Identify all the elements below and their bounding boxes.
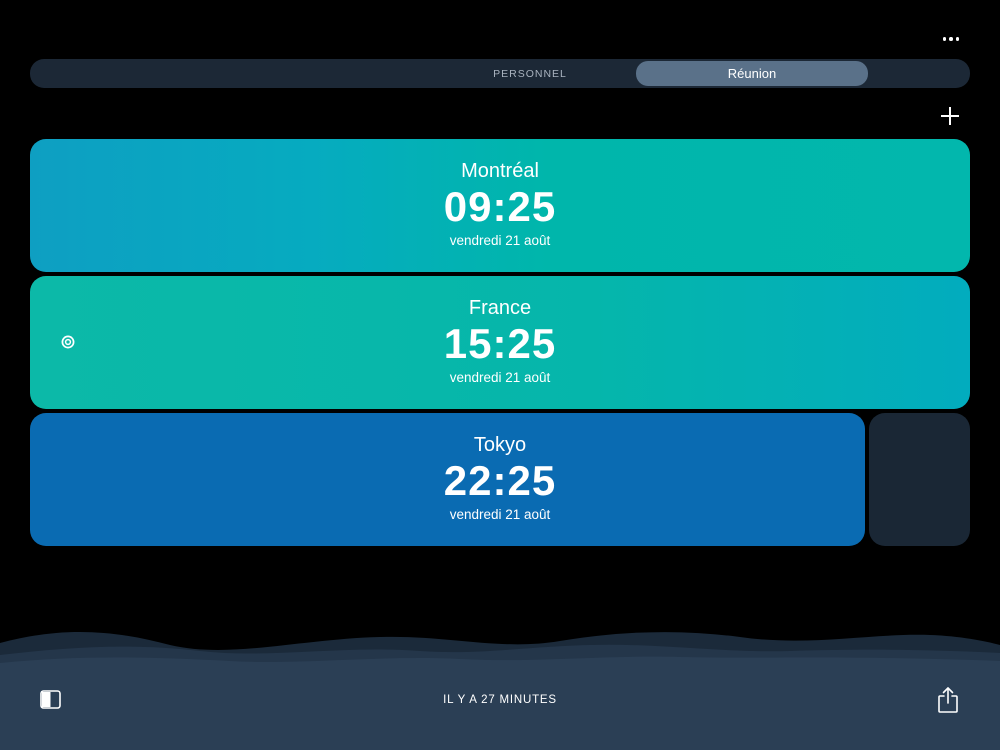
time-offset-label: IL Y A 27 MINUTES [443, 694, 557, 706]
more-dot [942, 37, 947, 41]
more-options-button[interactable] [936, 28, 966, 50]
city-time: 09:25 [443, 183, 557, 230]
segment-personnel[interactable]: PERSONNEL [430, 59, 630, 88]
city-date: vendredi 21 août [449, 507, 551, 522]
city-name: France [468, 297, 532, 319]
swipe-action-panel[interactable] [869, 413, 970, 546]
city-time: 15:25 [443, 320, 557, 367]
clock-card-montreal[interactable]: Montréal 09:25 vendredi 21 août [30, 139, 970, 272]
more-dot [949, 37, 953, 41]
city-date: vendredi 21 août [449, 370, 551, 385]
city-name: Montréal [461, 160, 539, 182]
city-time: 22:25 [443, 457, 557, 504]
city-name: Tokyo [473, 434, 527, 456]
segment-reunion[interactable]: Réunion [636, 61, 868, 86]
share-icon[interactable] [936, 686, 960, 714]
wave-decoration [0, 631, 1000, 750]
clock-card-tokyo[interactable]: Tokyo 22:25 vendredi 21 août [30, 413, 865, 546]
more-dot [955, 37, 960, 41]
segmented-control: PERSONNEL Réunion [30, 59, 970, 88]
app-window: PERSONNEL Réunion Montréal 09:25 vendred… [0, 0, 1000, 750]
city-date: vendredi 21 août [449, 233, 551, 248]
clock-card-france[interactable]: France 15:25 vendredi 21 août [30, 276, 970, 409]
add-clock-button[interactable] [938, 104, 962, 128]
